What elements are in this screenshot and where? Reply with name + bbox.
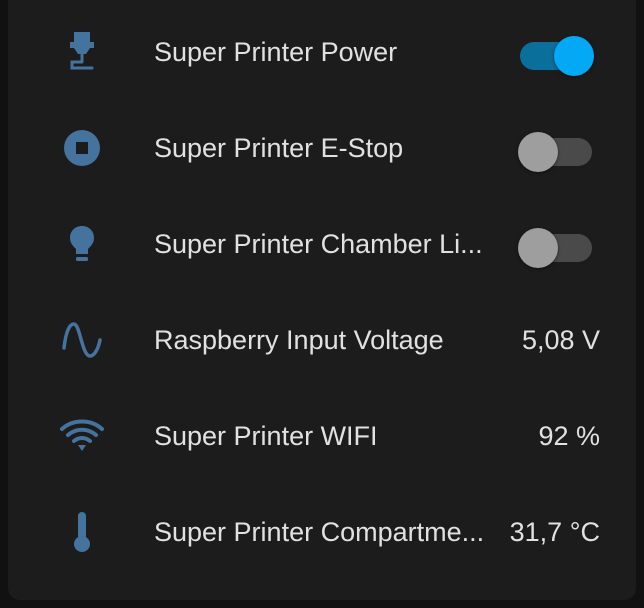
printer-3d-nozzle-icon xyxy=(58,28,106,76)
entity-name: Super Printer E-Stop xyxy=(154,133,404,163)
entity-name: Super Printer Chamber Li... xyxy=(154,229,483,259)
chamber-light-toggle[interactable] xyxy=(518,228,594,268)
sine-wave-icon xyxy=(58,316,106,364)
entity-value: 92 % xyxy=(538,421,600,451)
toggle-knob xyxy=(518,228,558,268)
entity-row-wifi[interactable]: Super Printer WIFI 92 % xyxy=(8,388,636,484)
entity-row-chamber-light[interactable]: Super Printer Chamber Li... xyxy=(8,196,636,292)
power-toggle[interactable] xyxy=(518,36,594,76)
entity-value: 5,08 V xyxy=(521,325,600,355)
entity-name: Super Printer Compartme... xyxy=(154,517,485,547)
entity-value: 31,7 °C xyxy=(509,517,600,547)
stop-circle-icon xyxy=(58,124,106,172)
entities-card: Super Printer Power Super Printer E-Stop xyxy=(8,0,636,600)
toggle-knob xyxy=(518,132,558,172)
lightbulb-icon xyxy=(58,220,106,268)
entity-name: Super Printer WIFI xyxy=(154,421,378,451)
thermometer-icon xyxy=(58,508,106,556)
entity-name: Super Printer Power xyxy=(154,37,398,67)
toggle-knob xyxy=(554,36,594,76)
wifi-icon xyxy=(58,412,106,460)
entity-name: Raspberry Input Voltage xyxy=(154,325,444,355)
entity-row-power[interactable]: Super Printer Power xyxy=(8,4,636,100)
entity-row-voltage[interactable]: Raspberry Input Voltage 5,08 V xyxy=(8,292,636,388)
entity-row-estop[interactable]: Super Printer E-Stop xyxy=(8,100,636,196)
estop-toggle[interactable] xyxy=(518,132,594,172)
entity-row-compartment-temp[interactable]: Super Printer Compartme... 31,7 °C xyxy=(8,484,636,580)
